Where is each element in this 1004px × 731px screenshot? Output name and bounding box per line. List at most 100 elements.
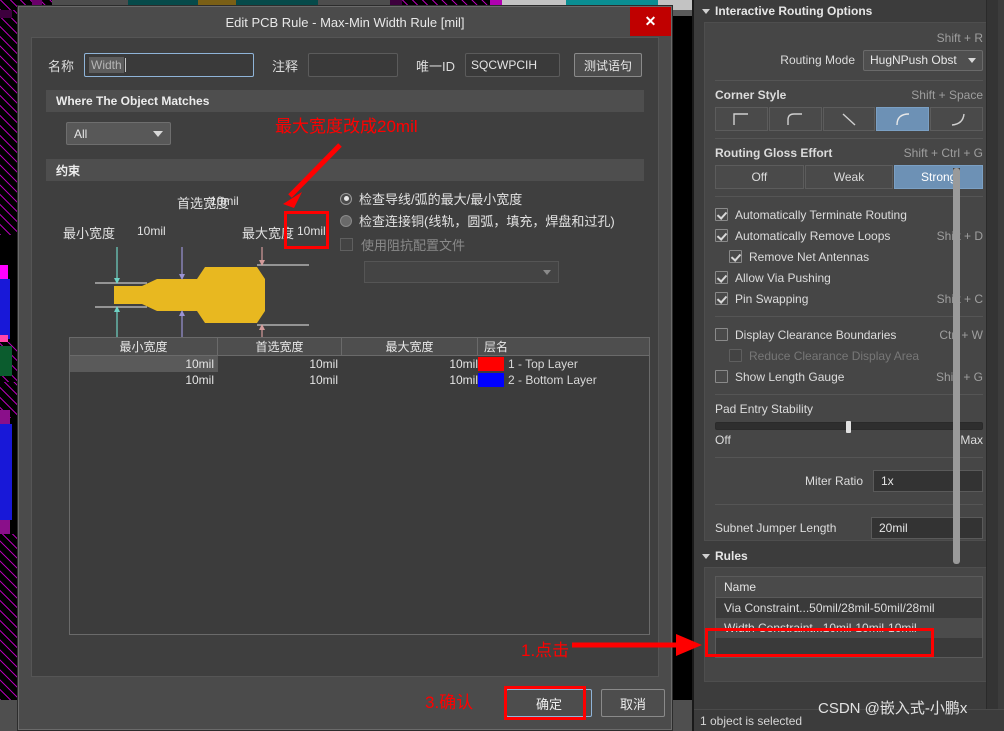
corner-style-corner-arc[interactable] bbox=[876, 107, 930, 131]
checkbox-icon[interactable] bbox=[715, 271, 728, 284]
checkbox-display-clearance-boundaries[interactable]: Display Clearance Boundaries Ctrl + W bbox=[715, 324, 983, 345]
checkbox-automatically-remove-loops[interactable]: Automatically Remove Loops Shift + D bbox=[715, 225, 983, 246]
rules-column-header: Name bbox=[716, 577, 982, 598]
gloss-label: Routing Gloss Effort bbox=[715, 146, 833, 160]
gloss-option-off[interactable]: Off bbox=[715, 165, 804, 189]
divider-6 bbox=[715, 457, 983, 458]
checkbox-automatically-terminate-routing[interactable]: Automatically Terminate Routing bbox=[715, 204, 983, 225]
subnet-jumper-row: Subnet Jumper Length 20mil bbox=[715, 515, 983, 540]
checkbox-icon[interactable] bbox=[715, 229, 728, 242]
panel-outer-scrollbar[interactable] bbox=[986, 0, 998, 731]
annotation-note-max-width: 最大宽度改成20mil bbox=[275, 117, 418, 136]
uid-field[interactable]: SQCWPCIH bbox=[465, 53, 561, 77]
comment-input[interactable] bbox=[308, 53, 399, 77]
checkbox-reduce-clearance-display-area: Reduce Clearance Display Area bbox=[715, 345, 983, 366]
routing-options-box: Shift + R Routing Mode HugNPush Obst Cor… bbox=[704, 22, 994, 541]
name-input[interactable]: Width bbox=[84, 53, 255, 77]
corner-style-shortcut: Shift + Space bbox=[911, 88, 983, 102]
checkbox-pin-swapping[interactable]: Pin Swapping Shift + C bbox=[715, 288, 983, 309]
radio-label: 检查导线/弧的最大/最小宽度 bbox=[359, 192, 523, 207]
radio-label: 检查连接铜(线轨，圆弧，填充，焊盘和过孔) bbox=[359, 214, 615, 229]
table-column-max-width[interactable]: 最大宽度 bbox=[342, 338, 478, 355]
annotation-rule-highlight-box bbox=[705, 628, 934, 657]
panel-scrollbar-thumb[interactable] bbox=[953, 168, 960, 564]
table-cell-min[interactable]: 10mil bbox=[70, 356, 218, 372]
gloss-group: Off Weak Strong bbox=[715, 165, 984, 189]
scope-combo[interactable]: All bbox=[66, 122, 171, 145]
rules-title: Rules bbox=[715, 549, 748, 563]
corner-style-corner-rounded-90[interactable] bbox=[768, 107, 822, 131]
pcb-left-purple-2 bbox=[0, 410, 10, 424]
chevron-down-icon bbox=[153, 130, 163, 137]
collapse-triangle-icon[interactable] bbox=[702, 553, 710, 559]
gloss-option-strong[interactable]: Strong bbox=[894, 165, 984, 189]
table-header-row: 最小宽度 首选宽度 最大宽度 层名 bbox=[70, 338, 649, 356]
pcb-strip-gold-1 bbox=[198, 0, 236, 5]
min-width-value[interactable]: 10mil bbox=[137, 224, 166, 238]
routing-mode-shortcut-row: Shift + R bbox=[715, 29, 983, 47]
table-column-min-width[interactable]: 最小宽度 bbox=[70, 338, 218, 355]
miter-ratio-value: 1x bbox=[881, 474, 894, 488]
subnet-jumper-field[interactable]: 20mil bbox=[871, 517, 983, 539]
checkbox-shortcut: Ctrl + W bbox=[939, 327, 983, 342]
rules-list-item-via-constraint[interactable]: Via Constraint...50mil/28mil-50mil/28mil bbox=[716, 598, 982, 618]
panel-scrollbar[interactable] bbox=[953, 168, 960, 564]
radio-check-track-arc-width[interactable]: 检查导线/弧的最大/最小宽度 bbox=[340, 189, 522, 208]
table-cell-max[interactable]: 10mil bbox=[342, 372, 478, 388]
impedance-profile-combo bbox=[364, 261, 559, 283]
chevron-down-icon bbox=[543, 269, 551, 275]
checkbox-allow-via-pushing[interactable]: Allow Via Pushing bbox=[715, 267, 983, 288]
preferred-width-value[interactable]: 10mil bbox=[210, 194, 239, 208]
pcb-left-purple-3 bbox=[0, 520, 10, 534]
pcb-left-blue-1 bbox=[0, 279, 10, 339]
dialog-title: Edit PCB Rule - Max-Min Width Rule [mil] bbox=[225, 14, 465, 30]
routing-mode-shortcut: Shift + R bbox=[936, 31, 983, 45]
radio-icon[interactable] bbox=[340, 214, 352, 227]
dialog-title-bar[interactable]: Edit PCB Rule - Max-Min Width Rule [mil]… bbox=[19, 7, 671, 37]
gloss-option-weak[interactable]: Weak bbox=[804, 165, 894, 189]
table-cell-max[interactable]: 10mil bbox=[342, 356, 478, 372]
collapse-triangle-icon[interactable] bbox=[702, 8, 710, 14]
checkbox-remove-net-antennas[interactable]: Remove Net Antennas bbox=[715, 246, 983, 267]
cancel-button[interactable]: 取消 bbox=[601, 689, 665, 717]
divider-5 bbox=[715, 394, 983, 395]
table-column-preferred-width[interactable]: 首选宽度 bbox=[218, 338, 342, 355]
miter-ratio-field[interactable]: 1x bbox=[873, 470, 983, 492]
table-cell-layer-label: 1 - Top Layer bbox=[508, 357, 578, 371]
constraint-table[interactable]: 最小宽度 首选宽度 最大宽度 层名 10mil 10mil 10mil 1 - … bbox=[69, 337, 650, 635]
routing-mode-label: Routing Mode bbox=[780, 53, 855, 67]
table-cell-min[interactable]: 10mil bbox=[70, 372, 218, 388]
divider-3 bbox=[715, 196, 983, 197]
checkbox-icon[interactable] bbox=[729, 250, 742, 263]
close-icon[interactable]: ✕ bbox=[630, 7, 671, 36]
table-column-layer-name[interactable]: 层名 bbox=[478, 338, 649, 355]
routing-mode-combo[interactable]: HugNPush Obst bbox=[863, 49, 983, 71]
panel-title: Interactive Routing Options bbox=[715, 4, 873, 18]
annotation-ok-highlight-box bbox=[504, 686, 586, 720]
checkbox-label: Automatically Remove Loops bbox=[735, 228, 891, 243]
constraint-area: 首选宽度 10mil 最小宽度 10mil 最大宽度 10mil 检查导线/弧的… bbox=[32, 181, 658, 349]
corner-style-corner-arc-wide[interactable] bbox=[930, 107, 983, 131]
corner-style-label: Corner Style bbox=[715, 88, 787, 102]
checkbox-icon[interactable] bbox=[715, 292, 728, 305]
table-cell-layer[interactable]: 1 - Top Layer bbox=[478, 356, 649, 372]
pad-entry-stability-slider[interactable] bbox=[715, 421, 983, 433]
test-statement-button[interactable]: 测试语句 bbox=[574, 53, 643, 77]
table-row[interactable]: 10mil 10mil 10mil 2 - Bottom Layer bbox=[70, 372, 649, 388]
checkbox-icon[interactable] bbox=[715, 370, 728, 383]
corner-style-corner-90[interactable] bbox=[715, 107, 768, 131]
table-cell-preferred[interactable]: 10mil bbox=[218, 356, 342, 372]
table-cell-layer-label: 2 - Bottom Layer bbox=[508, 373, 597, 387]
radio-check-connected-copper[interactable]: 检查连接铜(线轨，圆弧，填充，焊盘和过孔) bbox=[340, 211, 615, 230]
divider-4 bbox=[715, 316, 983, 317]
checkbox-icon[interactable] bbox=[715, 328, 728, 341]
checkbox-icon[interactable] bbox=[715, 208, 728, 221]
radio-icon[interactable] bbox=[340, 192, 352, 205]
table-row[interactable]: 10mil 10mil 10mil 1 - Top Layer bbox=[70, 356, 649, 372]
slider-thumb[interactable] bbox=[846, 421, 852, 433]
panel-header[interactable]: Interactive Routing Options bbox=[694, 0, 1004, 22]
table-cell-preferred[interactable]: 10mil bbox=[218, 372, 342, 388]
checkbox-show-length-gauge[interactable]: Show Length Gauge Shift + G bbox=[715, 366, 983, 387]
corner-style-corner-45[interactable] bbox=[822, 107, 876, 131]
table-cell-layer[interactable]: 2 - Bottom Layer bbox=[478, 372, 649, 388]
